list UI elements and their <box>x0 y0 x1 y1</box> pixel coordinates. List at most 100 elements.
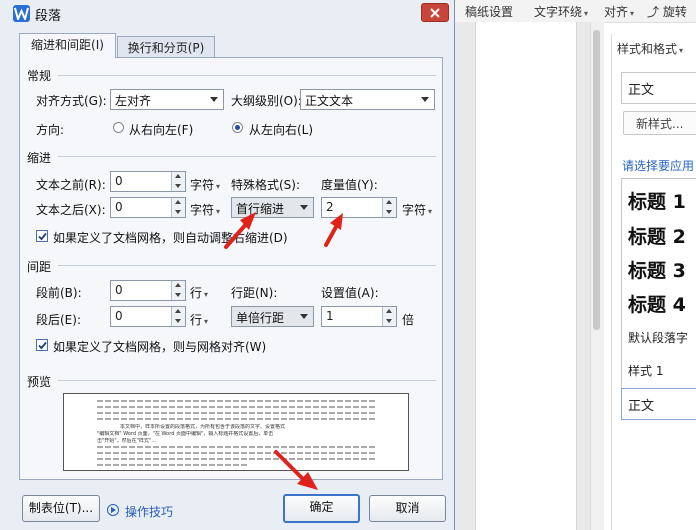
space-after-input[interactable]: 0 <box>110 306 186 327</box>
spin-buttons[interactable] <box>382 307 396 326</box>
indent-after-value: 0 <box>115 200 123 214</box>
apply-style-prompt: 请选择要应用 <box>622 159 695 173</box>
style-item-selected[interactable]: 正文 <box>621 388 696 420</box>
spacing-grid-checkbox[interactable] <box>36 339 48 351</box>
outline-level-value: 正文文本 <box>305 94 354 108</box>
alignment-select[interactable]: 左对齐 <box>110 89 224 110</box>
close-button[interactable] <box>421 3 449 22</box>
style-item-default-font[interactable]: 默认段落字 <box>628 329 688 346</box>
preview-next-line <box>97 464 247 466</box>
space-after-value: 0 <box>115 309 123 323</box>
special-format-select[interactable]: 首行缩进 <box>231 197 314 218</box>
draft-paper-button[interactable]: 稿纸设置 <box>465 3 513 20</box>
space-before-unit[interactable]: 行 ▾ <box>190 284 208 301</box>
unit-label: 字符 <box>402 203 427 217</box>
space-before-input[interactable]: 0 <box>110 280 186 301</box>
spin-buttons[interactable] <box>171 198 185 217</box>
indent-before-unit[interactable]: 字符 ▾ <box>190 176 220 193</box>
spin-up-icon <box>175 283 181 287</box>
tab-stops-button[interactable]: 制表位(T)... <box>22 495 100 522</box>
setting-value-label: 设置值(A): <box>321 286 379 300</box>
spin-down-icon <box>175 319 181 323</box>
setting-unit: 倍 <box>402 313 415 327</box>
style-selected-label: 正文 <box>628 399 655 414</box>
spin-up-icon <box>386 309 392 313</box>
spin-up-icon <box>175 200 181 204</box>
indent-before-label: 文本之前(R): <box>36 178 106 192</box>
special-format-label: 特殊格式(S): <box>231 178 301 192</box>
dialog-titlebar[interactable]: 段落 <box>0 0 455 26</box>
setting-value: 1 <box>326 309 334 323</box>
spin-up-icon <box>175 309 181 313</box>
unit-label: 行 <box>190 313 203 327</box>
align-button[interactable]: 对齐 ▾ <box>604 3 634 20</box>
measure-input[interactable]: 2 <box>321 197 397 218</box>
style-item-heading-2[interactable]: 标题 2 <box>628 222 686 249</box>
scrollbar-thumb[interactable] <box>593 30 600 330</box>
spin-buttons[interactable] <box>382 198 396 217</box>
unit-label: 字符 <box>190 178 215 192</box>
tips-link[interactable]: 操作技巧 <box>125 503 173 520</box>
rtl-radio[interactable] <box>113 122 124 133</box>
chevron-down-icon: ▾ <box>204 317 209 326</box>
ltr-radio[interactable] <box>232 122 243 133</box>
new-style-label: 新样式... <box>636 117 684 131</box>
indent-after-unit[interactable]: 字符 ▾ <box>190 201 220 218</box>
chevron-down-icon[interactable]: ▾ <box>679 46 683 55</box>
spin-buttons[interactable] <box>171 172 185 191</box>
preview-next-line <box>97 446 377 448</box>
style-item-style-1[interactable]: 样式 1 <box>628 362 663 379</box>
spin-buttons[interactable] <box>171 281 185 300</box>
spin-down-icon <box>175 293 181 297</box>
cancel-button[interactable]: 取消 <box>369 495 446 522</box>
measure-unit[interactable]: 字符 ▾ <box>402 201 432 218</box>
spin-down-icon <box>175 210 181 214</box>
paragraph-dialog: 段落 缩进和间距(I) 换行和分页(P) 常规 对齐方式(G): 左对齐 大纲级… <box>0 0 455 530</box>
outline-level-label: 大纲级别(O): <box>231 94 302 108</box>
document-page[interactable] <box>475 22 577 530</box>
space-after-unit[interactable]: 行 ▾ <box>190 311 208 328</box>
preview-sample-line: "编辑文档" Word 页面，"在 Word 页面中编辑"，输入标题并格式设置后… <box>97 431 274 437</box>
indent-after-input[interactable]: 0 <box>110 197 186 218</box>
measure-label: 度量值(Y): <box>321 178 378 192</box>
preview-next-line <box>97 452 377 454</box>
unit-label: 行 <box>190 286 203 300</box>
close-icon <box>430 8 440 18</box>
indent-after-label: 文本之后(X): <box>36 203 106 217</box>
preview-previous-line <box>97 412 377 414</box>
ok-button[interactable]: 确定 <box>283 494 360 523</box>
chevron-down-icon: ▾ <box>204 290 209 299</box>
style-item-heading-4[interactable]: 标题 4 <box>628 290 686 317</box>
spin-buttons[interactable] <box>171 307 185 326</box>
setting-value-input[interactable]: 1 <box>321 306 397 327</box>
chevron-down-icon: ▾ <box>428 207 433 216</box>
tab-line-page-breaks[interactable]: 换行和分页(P) <box>117 36 215 59</box>
line-spacing-value: 单倍行距 <box>236 311 285 325</box>
indent-grid-label: 如果定义了文档网格，则自动调整右缩进(D) <box>53 231 288 245</box>
rotate-label: 旋转 <box>662 5 687 19</box>
alignment-value: 左对齐 <box>115 94 152 108</box>
spin-down-icon <box>175 184 181 188</box>
indent-grid-checkbox[interactable] <box>36 230 48 242</box>
tab-indent-spacing[interactable]: 缩进和间距(I) <box>19 33 116 58</box>
measure-value: 2 <box>326 200 334 214</box>
outline-level-select[interactable]: 正文文本 <box>300 89 435 110</box>
indent-before-input[interactable]: 0 <box>110 171 186 192</box>
chevron-down-icon: ▾ <box>584 9 589 18</box>
rotate-icon: ⤴ <box>647 5 660 19</box>
style-item-heading-1[interactable]: 标题 1 <box>628 187 686 214</box>
checkmark-icon <box>38 341 47 350</box>
spin-down-icon <box>386 319 392 323</box>
text-wrap-button[interactable]: 文字环绕 ▾ <box>534 3 588 20</box>
new-style-button[interactable]: 新样式... <box>623 111 696 135</box>
style-item-heading-3[interactable]: 标题 3 <box>628 256 686 283</box>
chevron-down-icon: ▾ <box>216 207 221 216</box>
current-style-box[interactable]: 正文 <box>621 72 696 104</box>
line-spacing-select[interactable]: 单倍行距 <box>231 306 314 327</box>
direction-label: 方向: <box>36 123 65 137</box>
align-label: 对齐 <box>604 5 629 19</box>
rotate-button[interactable]: ⤴ 旋转 <box>647 3 687 20</box>
spacing-grid-label: 如果定义了文档网格，则与网格对齐(W) <box>53 340 267 354</box>
rtl-label: 从右向左(F) <box>129 123 194 137</box>
dropdown-arrow-icon <box>210 97 218 102</box>
